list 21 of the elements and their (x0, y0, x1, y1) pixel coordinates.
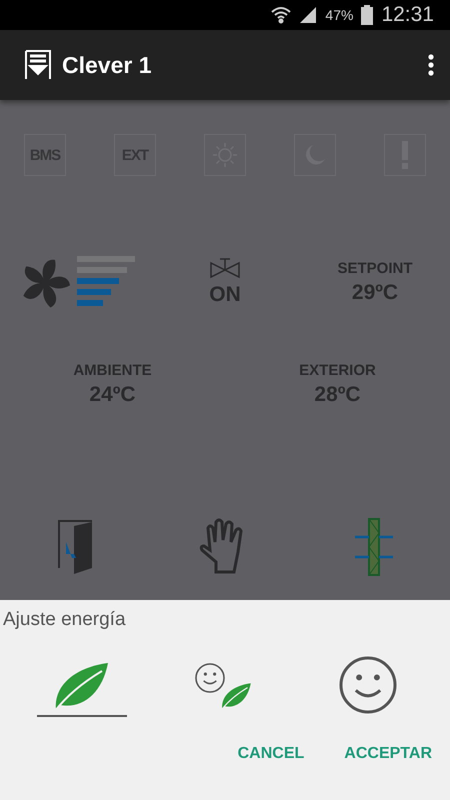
valve-state: ON (209, 283, 241, 307)
setpoint-value: 29ºC (352, 280, 398, 304)
reading-label: AMBIENTE (73, 362, 152, 379)
reading-value: 24ºC (89, 383, 136, 407)
more-menu-icon[interactable] (428, 54, 434, 76)
signal-icon (299, 6, 318, 24)
app-title: Clever 1 (62, 52, 153, 78)
setpoint-label: SETPOINT (337, 260, 412, 276)
dialog-title: Ajuste energía (2, 608, 127, 631)
battery-icon (361, 5, 374, 25)
reading-label: EXTERIOR (299, 362, 376, 379)
reading-value: 28ºC (314, 383, 361, 407)
valve-icon (209, 257, 241, 279)
clock: 12:31 (381, 3, 434, 27)
smiley-icon (338, 655, 398, 715)
app-logo-icon (24, 49, 52, 81)
accept-button[interactable]: ACCEPTAR (344, 741, 432, 767)
wifi-icon (271, 6, 292, 24)
battery-percent: 47% (325, 7, 354, 23)
cancel-button[interactable]: CANCEL (238, 741, 304, 767)
door-icon (56, 518, 94, 576)
